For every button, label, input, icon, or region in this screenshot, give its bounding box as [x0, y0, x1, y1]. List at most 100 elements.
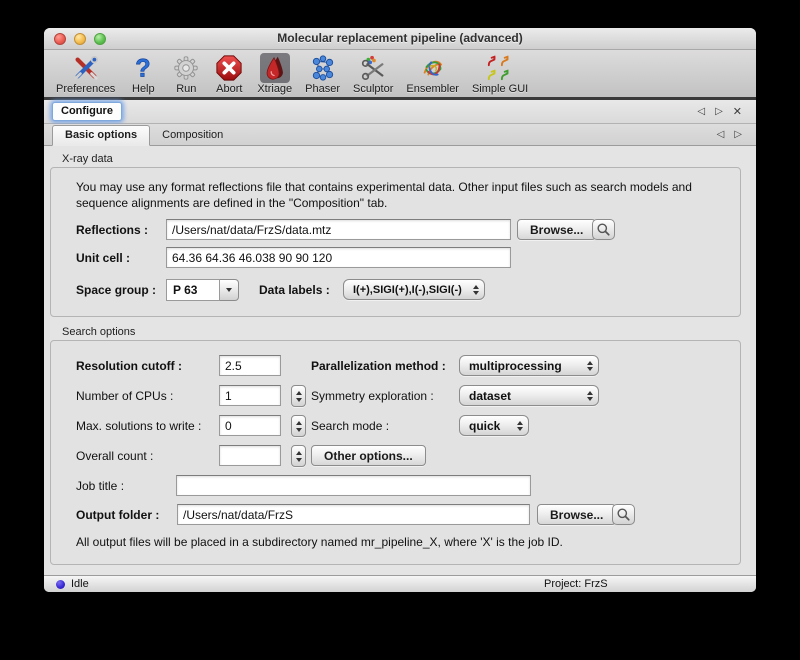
- parallelization-value: multiprocessing: [469, 359, 562, 373]
- tools-icon: [71, 53, 101, 83]
- window-title: Molecular replacement pipeline (advanced…: [44, 28, 756, 49]
- resolution-cutoff-label: Resolution cutoff :: [76, 355, 182, 377]
- molecule-icon: [308, 53, 338, 83]
- search-groupbox: Resolution cutoff : Parallelization meth…: [50, 340, 741, 565]
- output-folder-inspect-button[interactable]: [612, 504, 635, 525]
- toolbar-button-preferences[interactable]: Preferences: [56, 53, 115, 95]
- toolbar-button-run[interactable]: Run: [171, 53, 201, 95]
- toolbar-button-ensembler[interactable]: Ensembler: [406, 53, 459, 95]
- toolbar-button-abort[interactable]: Abort: [214, 53, 244, 95]
- nav-left-icon[interactable]: ◁: [697, 106, 705, 117]
- max-solutions-input[interactable]: [219, 415, 281, 436]
- overall-count-stepper[interactable]: [291, 445, 306, 467]
- resolution-cutoff-input[interactable]: [219, 355, 281, 376]
- cpus-stepper[interactable]: [291, 385, 306, 407]
- basic-options-panel: X-ray data You may use any format reflec…: [44, 146, 756, 565]
- space-group-label: Space group :: [76, 279, 156, 301]
- window-titlebar[interactable]: Molecular replacement pipeline (advanced…: [44, 28, 756, 50]
- scissors-icon: [358, 53, 388, 83]
- magnifier-icon: [616, 507, 631, 522]
- toolbar-button-help[interactable]: ? Help: [128, 53, 158, 95]
- up-down-arrows-icon: [587, 361, 593, 371]
- nav-right-icon[interactable]: ▷: [715, 106, 723, 117]
- nav-left-icon[interactable]: ◁: [717, 129, 725, 140]
- unit-cell-label: Unit cell :: [76, 247, 130, 269]
- tab-configure[interactable]: Configure: [52, 102, 122, 121]
- output-note: All output files will be placed in a sub…: [76, 535, 563, 549]
- app-window: Molecular replacement pipeline (advanced…: [44, 28, 756, 592]
- reflections-inspect-button[interactable]: [592, 219, 615, 240]
- space-group-combobox[interactable]: P 63: [166, 279, 239, 301]
- cpus-label: Number of CPUs :: [76, 385, 173, 407]
- toolbar-button-sculptor[interactable]: Sculptor: [353, 53, 393, 95]
- data-labels-popup[interactable]: I(+),SIGI(+),I(-),SIGI(-): [343, 279, 485, 300]
- toolbar-label: Abort: [216, 83, 242, 95]
- up-down-arrows-icon: [473, 285, 479, 295]
- other-options-button[interactable]: Other options...: [311, 445, 426, 466]
- output-folder-input[interactable]: [177, 504, 530, 525]
- gear-icon: [171, 53, 201, 83]
- symmetry-value: dataset: [469, 389, 511, 403]
- toolbar-label: Help: [132, 83, 155, 95]
- search-mode-popup[interactable]: quick: [459, 415, 529, 436]
- status-text: Idle: [71, 578, 89, 590]
- data-labels-value: I(+),SIGI(+),I(-),SIGI(-): [353, 284, 462, 296]
- up-down-arrows-icon: [517, 421, 523, 431]
- reflections-input[interactable]: [166, 219, 511, 240]
- toolbar-button-phaser[interactable]: Phaser: [305, 53, 340, 95]
- max-solutions-stepper[interactable]: [291, 415, 306, 437]
- svg-text:?: ?: [136, 54, 151, 82]
- toolbar-label: Sculptor: [353, 83, 393, 95]
- toolbar-label: Phaser: [305, 83, 340, 95]
- toolbar: Preferences ? Help: [44, 50, 756, 100]
- xray-description: You may use any format reflections file …: [76, 179, 724, 211]
- colored-arrows-icon: [485, 53, 515, 83]
- project-label: Project: FrzS: [544, 578, 608, 590]
- search-mode-value: quick: [469, 419, 500, 433]
- overall-count-input[interactable]: [219, 445, 281, 466]
- search-section-title: Search options: [62, 326, 756, 338]
- data-labels-label: Data labels :: [259, 279, 330, 301]
- search-mode-label: Search mode :: [311, 415, 389, 437]
- close-window-button[interactable]: [54, 33, 66, 45]
- cpus-input[interactable]: [219, 385, 281, 406]
- question-mark-icon: ?: [128, 53, 158, 83]
- toolbar-button-simple-gui[interactable]: Simple GUI: [472, 53, 528, 95]
- space-group-value: P 63: [166, 279, 220, 301]
- toolbar-label: Preferences: [56, 83, 115, 95]
- nav-right-icon[interactable]: ▷: [734, 129, 742, 140]
- tab-basic-options[interactable]: Basic options: [52, 125, 150, 146]
- ribbons-icon: [418, 53, 448, 83]
- parallelization-popup[interactable]: multiprocessing: [459, 355, 599, 376]
- parallelization-label: Parallelization method :: [311, 355, 446, 377]
- chevron-down-icon[interactable]: [220, 279, 239, 301]
- options-tab-bar: Basic options Composition ◁ ▷: [44, 124, 756, 146]
- status-bar: Idle Project: FrzS: [44, 575, 756, 592]
- stop-x-icon: [214, 53, 244, 83]
- output-folder-label: Output folder :: [76, 504, 159, 526]
- output-folder-browse-button[interactable]: Browse...: [537, 504, 616, 525]
- reflections-browse-button[interactable]: Browse...: [517, 219, 596, 240]
- max-solutions-label: Max. solutions to write :: [76, 415, 201, 437]
- close-tab-icon[interactable]: ✕: [733, 105, 742, 118]
- unit-cell-input[interactable]: [166, 247, 511, 268]
- tab-composition[interactable]: Composition: [150, 126, 235, 145]
- toolbar-label: Simple GUI: [472, 83, 528, 95]
- toolbar-label: Run: [176, 83, 196, 95]
- zoom-window-button[interactable]: [94, 33, 106, 45]
- traffic-lights: [54, 33, 106, 45]
- overall-count-label: Overall count :: [76, 445, 153, 467]
- droplet-icon: [260, 53, 290, 83]
- magnifier-icon: [596, 222, 611, 237]
- symmetry-popup[interactable]: dataset: [459, 385, 599, 406]
- job-title-input[interactable]: [176, 475, 531, 496]
- status-indicator-icon: [56, 580, 65, 589]
- job-title-label: Job title :: [76, 475, 124, 497]
- toolbar-button-xtriage[interactable]: Xtriage: [257, 53, 292, 95]
- xray-groupbox: You may use any format reflections file …: [50, 167, 741, 317]
- minimize-window-button[interactable]: [74, 33, 86, 45]
- xray-section-title: X-ray data: [62, 153, 756, 165]
- reflections-label: Reflections :: [76, 219, 148, 241]
- symmetry-label: Symmetry exploration :: [311, 385, 434, 407]
- up-down-arrows-icon: [587, 391, 593, 401]
